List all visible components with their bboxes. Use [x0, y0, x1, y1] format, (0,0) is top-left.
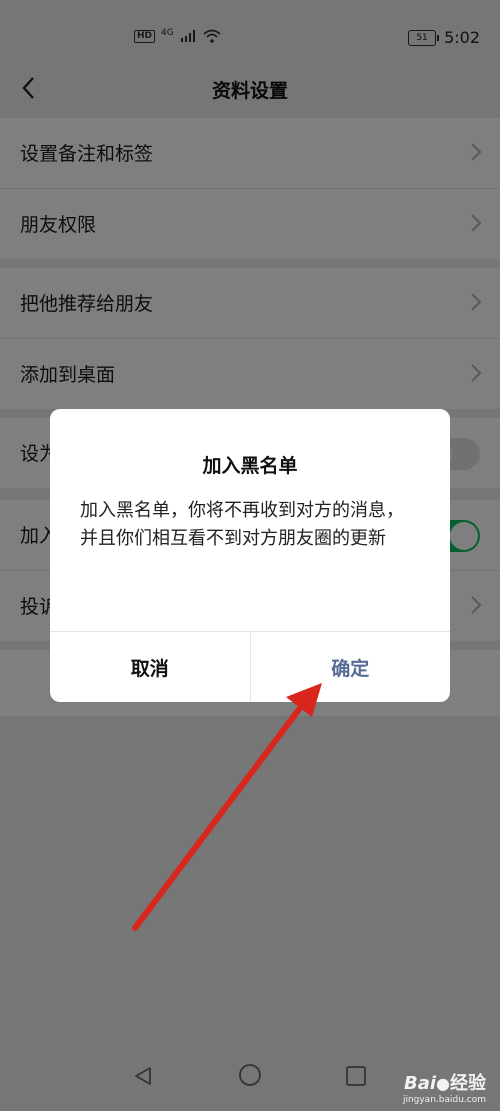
blacklist-dialog: 加入黑名单 加入黑名单，你将不再收到对方的消息，并且你们相互看不到对方朋友圈的更… — [50, 409, 450, 702]
dialog-title: 加入黑名单 — [202, 455, 298, 477]
confirm-button[interactable]: 确定 — [251, 632, 451, 702]
cancel-button[interactable]: 取消 — [50, 632, 251, 702]
watermark: Bai●经验 jingyan.baidu.com — [403, 1069, 486, 1105]
paw-icon: ● — [436, 1074, 450, 1093]
dialog-actions: 取消 确定 — [50, 631, 450, 702]
system-nav-bar: Bai●经验 jingyan.baidu.com — [0, 1051, 500, 1111]
nav-back-icon[interactable] — [132, 1065, 154, 1087]
watermark-logo: Bai — [403, 1073, 437, 1094]
dialog-message: 加入黑名单，你将不再收到对方的消息，并且你们相互看不到对方朋友圈的更新 — [80, 500, 404, 549]
nav-recent-icon[interactable] — [345, 1065, 367, 1087]
watermark-url: jingyan.baidu.com — [402, 1095, 486, 1105]
nav-home-icon[interactable] — [238, 1063, 262, 1087]
watermark-text: 经验 — [450, 1073, 486, 1094]
